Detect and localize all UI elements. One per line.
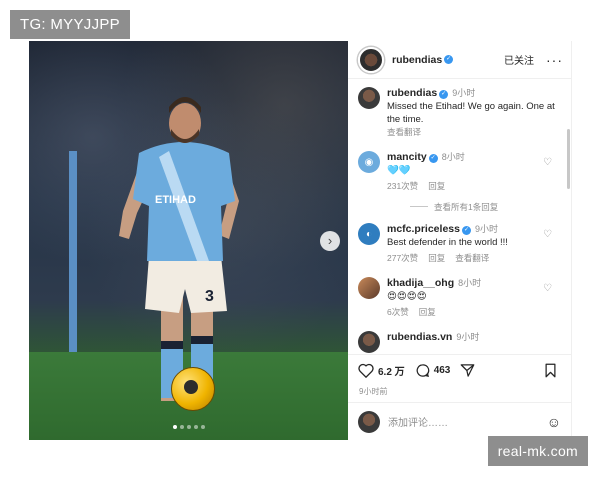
add-comment-input[interactable]: 添加评论…… bbox=[388, 414, 547, 429]
posted-time: 9小时前 bbox=[359, 387, 388, 396]
emoji-icon[interactable]: ☺ bbox=[547, 414, 561, 430]
carousel-dot bbox=[193, 425, 198, 429]
caption: rubendias ✓ 9小时 Missed the Etihad! We go a… bbox=[358, 87, 561, 139]
comment-text: 🩵🩵 bbox=[387, 165, 411, 176]
comment-like-heart-icon[interactable]: ♡ bbox=[543, 284, 553, 294]
reply-button[interactable]: 回复 bbox=[428, 253, 445, 263]
svg-text:ETIHAD: ETIHAD bbox=[155, 194, 196, 206]
caption-avatar[interactable] bbox=[358, 87, 380, 109]
comment-time: 8小时 bbox=[458, 278, 482, 288]
comment-text: Best defender in the world !!! bbox=[387, 237, 508, 248]
save-action[interactable] bbox=[544, 363, 561, 378]
comment-likes[interactable]: 277次赞 bbox=[387, 253, 418, 263]
view-replies-link[interactable]: 查看所有1条回复 bbox=[410, 201, 561, 213]
comments-count: 463 bbox=[433, 365, 451, 376]
caption-username[interactable]: rubendias bbox=[387, 87, 437, 99]
comment-item: rubendias.vn 9小时 bbox=[358, 331, 561, 353]
comment-avatar[interactable] bbox=[358, 277, 380, 299]
verified-badge-icon: ✓ bbox=[444, 55, 454, 64]
heart-icon[interactable] bbox=[358, 363, 374, 378]
svg-text:3: 3 bbox=[205, 288, 214, 305]
author-username[interactable]: rubendias bbox=[392, 54, 442, 66]
post-header: rubendias ✓ 已关注 ··· bbox=[348, 41, 571, 79]
next-arrow-icon[interactable]: › bbox=[320, 231, 340, 251]
comment-like-heart-icon[interactable]: ♡ bbox=[543, 158, 553, 168]
scrollbar[interactable] bbox=[567, 129, 570, 189]
goal-post bbox=[69, 151, 77, 361]
post-actions-bar: 6.2 万 463 bbox=[348, 354, 571, 386]
watermark-bottom-right: real-mk.com bbox=[487, 436, 588, 466]
comment-time: 9小时 bbox=[456, 332, 480, 342]
comment-username[interactable]: rubendias.vn bbox=[387, 331, 452, 343]
football bbox=[171, 367, 215, 411]
comment-time: 9小时 bbox=[474, 224, 498, 234]
instagram-post: 3 ETIHAD › rubendias ✓ 已关注 ··· rubendias… bbox=[29, 41, 572, 440]
comment-likes[interactable]: 231次赞 bbox=[387, 181, 418, 191]
post-photo[interactable]: 3 ETIHAD › bbox=[29, 41, 348, 440]
share-icon[interactable] bbox=[460, 363, 475, 378]
comment-text: 😍😍😍😍 bbox=[387, 291, 427, 302]
share-action[interactable] bbox=[460, 363, 479, 378]
comment-username[interactable]: khadija__ohg bbox=[387, 277, 454, 289]
translate-link[interactable]: 查看翻译 bbox=[455, 253, 489, 263]
more-options-icon[interactable]: ··· bbox=[546, 53, 563, 67]
comments-section[interactable]: rubendias ✓ 9小时 Missed the Etihad! We go a… bbox=[348, 79, 571, 354]
reply-button[interactable]: 回复 bbox=[419, 307, 436, 317]
football-player-image: 3 ETIHAD bbox=[119, 97, 239, 401]
caption-text: Missed the Etihad! We go again. One at t… bbox=[387, 101, 555, 125]
likes-count: 6.2 万 bbox=[378, 367, 405, 378]
comment-icon[interactable] bbox=[415, 363, 430, 378]
comment-avatar[interactable]: ◐ bbox=[358, 223, 380, 245]
bookmark-icon[interactable] bbox=[544, 363, 557, 378]
comment-time: 8小时 bbox=[441, 152, 465, 162]
verified-badge-icon: ✓ bbox=[428, 154, 438, 163]
comment-avatar[interactable]: ◉ bbox=[358, 151, 380, 173]
comment-like-heart-icon[interactable]: ♡ bbox=[543, 230, 553, 240]
comment-item: khadija__ohg 8小时 😍😍😍😍 6次赞 回复 ♡ bbox=[358, 277, 561, 319]
post-side-panel: rubendias ✓ 已关注 ··· rubendias ✓ 9小时 Missed… bbox=[348, 41, 571, 440]
like-action[interactable]: 6.2 万 bbox=[358, 363, 405, 378]
verified-badge-icon: ✓ bbox=[439, 90, 449, 99]
author-avatar[interactable] bbox=[358, 46, 384, 73]
comment-item: ◉ mancity ✓ 8小时 🩵🩵 231次赞 回复 ♡ bbox=[358, 151, 561, 193]
translate-link[interactable]: 查看翻译 bbox=[387, 127, 421, 137]
carousel-dot bbox=[200, 425, 205, 429]
carousel-indicator bbox=[29, 416, 348, 434]
carousel-dot bbox=[172, 425, 177, 429]
carousel-dot bbox=[179, 425, 184, 429]
verified-badge-icon: ✓ bbox=[461, 226, 471, 235]
caption-time: 9小时 bbox=[452, 88, 476, 98]
comment-action[interactable]: 463 bbox=[415, 363, 451, 378]
comment-item: ◐ mcfc.priceless ✓ 9小时 Best defender in th… bbox=[358, 223, 561, 265]
comment-likes[interactable]: 6次赞 bbox=[387, 307, 409, 317]
comment-username[interactable]: mancity bbox=[387, 151, 427, 163]
add-comment-bar: 添加评论…… ☺ bbox=[348, 402, 571, 440]
carousel-dot bbox=[186, 425, 191, 429]
watermark-top-left: TG: MYYJJPP bbox=[10, 10, 130, 39]
reply-button[interactable]: 回复 bbox=[428, 181, 445, 191]
comment-avatar[interactable] bbox=[358, 331, 380, 353]
follow-status-button[interactable]: 已关注 bbox=[504, 52, 534, 67]
comment-username[interactable]: mcfc.priceless bbox=[387, 223, 460, 235]
current-user-avatar bbox=[358, 410, 380, 433]
